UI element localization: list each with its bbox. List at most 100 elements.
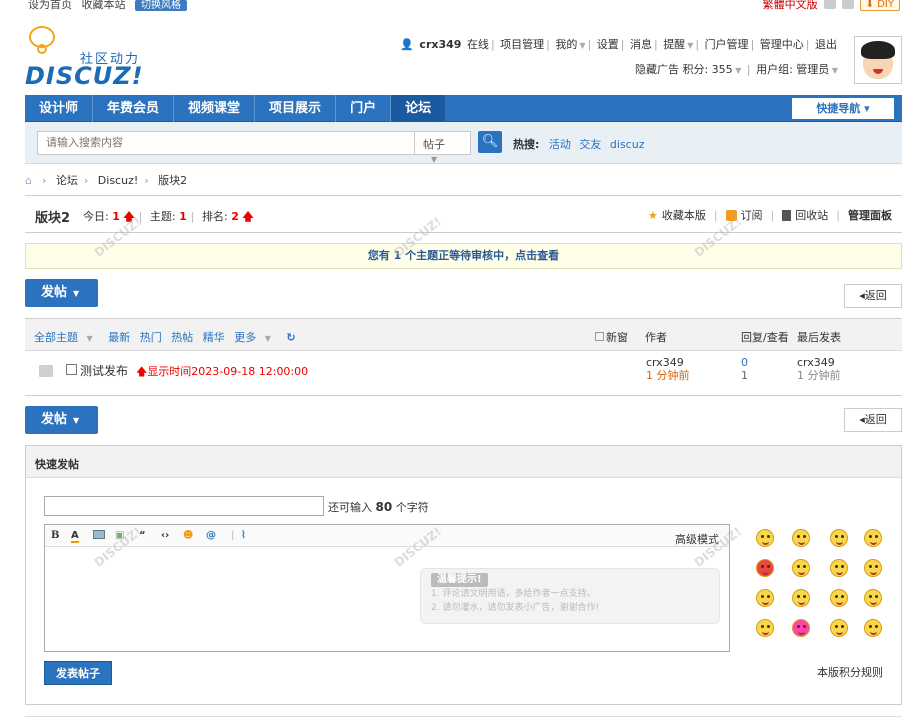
font-color-icon[interactable]: A (71, 530, 79, 543)
breadcrumb-forum[interactable]: 论坛 (56, 174, 78, 187)
nav-item-video-class[interactable]: 视频课堂 (174, 95, 256, 122)
nav-item-project-showcase[interactable]: 项目展示 (255, 95, 337, 122)
tab-more[interactable]: 更多 ▼ (234, 331, 277, 344)
paperclip-icon[interactable]: ⌇ (241, 530, 246, 541)
submit-post-button[interactable]: 发表帖子 (44, 661, 112, 685)
hot-search-activity[interactable]: 活动 (549, 138, 571, 151)
bold-icon[interactable]: B (51, 530, 59, 541)
hide-ads-link[interactable]: 隐藏广告 (635, 63, 679, 76)
quick-nav-button[interactable]: 快捷导航 ▾ (792, 98, 894, 119)
traditional-chinese-link[interactable]: 繁體中文版 (763, 0, 818, 12)
last-post-time[interactable]: 1 分钟前 (797, 369, 841, 382)
hot-search-friends[interactable]: 交友 (579, 138, 601, 151)
tab-hot-threads[interactable]: 热帖 (171, 331, 193, 344)
home-icon[interactable]: ⌂ (25, 174, 32, 187)
thread-author-link[interactable]: crx349 (646, 356, 690, 369)
manage-panel-link[interactable]: 管理面板 (848, 207, 892, 223)
breadcrumb-board2[interactable]: 版块2 (158, 174, 187, 187)
thread-subject-link[interactable]: 测试发布 (80, 362, 128, 379)
hot-search-discuz[interactable]: discuz (610, 138, 645, 151)
smiley-icon[interactable]: ☻ (183, 530, 193, 541)
last-post-user-link[interactable]: crx349 (797, 356, 841, 369)
thread-filter-tabs: 全部主题 ▼ 最新 热门 热帖 精华 更多 ▼ ↻ (34, 329, 302, 345)
nav-item-portal[interactable]: 门户 (336, 95, 392, 122)
site-logo[interactable]: 社区动力 DISCUZ! (25, 26, 155, 90)
diy-button[interactable]: ⬇ DIY (859, 0, 900, 11)
user-link-project[interactable]: 项目管理 (500, 38, 544, 51)
smiley-icon[interactable] (756, 529, 774, 547)
user-link-notify[interactable]: 提醒 (663, 38, 685, 51)
new-window-toggle[interactable]: 新窗 (595, 329, 628, 345)
nav-item-annual-member[interactable]: 年费会员 (93, 95, 175, 122)
nav-item-designer[interactable]: 设计师 (25, 95, 94, 122)
search-input[interactable] (37, 131, 415, 155)
smiley-icon[interactable] (792, 529, 810, 547)
back-button-bottom[interactable]: ◂返回 (844, 408, 902, 432)
smiley-icon[interactable] (830, 559, 848, 577)
smiley-icon[interactable] (792, 589, 810, 607)
username-link[interactable]: crx349 (419, 38, 461, 51)
share-icon[interactable] (841, 0, 854, 9)
smiley-icon[interactable] (864, 589, 882, 607)
smiley-icon[interactable] (756, 619, 774, 637)
back-button[interactable]: ◂返回 (844, 284, 902, 308)
user-link-logout[interactable]: 退出 (815, 38, 837, 51)
smiley-icon[interactable] (792, 559, 810, 577)
at-icon[interactable]: @ (206, 530, 216, 541)
new-post-button[interactable]: 发帖 ▼ (25, 279, 98, 307)
smiley-icon[interactable] (864, 619, 882, 637)
credits-link[interactable]: 积分: 355 (682, 63, 732, 76)
tab-digest[interactable]: 精华 (203, 331, 225, 344)
nav-item-forum[interactable]: 论坛 (391, 95, 446, 122)
thread-replies[interactable]: 0 (741, 356, 748, 369)
forum-actions: ★ 收藏本版 | 订阅 | 回收站 | 管理面板 (647, 207, 892, 223)
breadcrumb-discuz[interactable]: Discuz! (98, 174, 138, 187)
folder-icon[interactable] (39, 365, 53, 377)
post-title-input[interactable] (44, 496, 324, 516)
online-status[interactable]: 在线 (467, 38, 489, 51)
credit-rules-link[interactable]: 本版积分规则 (817, 664, 883, 680)
user-link-settings[interactable]: 设置 (597, 38, 619, 51)
advanced-mode-link[interactable]: 高级模式 (675, 531, 719, 547)
tab-latest[interactable]: 最新 (108, 331, 130, 344)
attach-image-icon[interactable]: ▣ (115, 530, 124, 541)
user-group-link[interactable]: 用户组: 管理员 (756, 63, 829, 76)
user-link-admin-center[interactable]: 管理中心 (760, 38, 804, 51)
col-reply-view: 回复/查看 (741, 331, 789, 344)
new-window-label: 新窗 (606, 331, 628, 344)
post-editor[interactable]: B A ▣ “ ‹› ☻ @ | ⌇ 高级模式 温馨提示! 1. 评论请文明用语… (44, 524, 730, 652)
bookmark-link[interactable]: 收藏本站 (82, 0, 126, 11)
rss-icon (725, 209, 737, 221)
rss-icon[interactable] (823, 0, 836, 9)
subscribe-link[interactable]: 订阅 (741, 207, 763, 223)
pending-review-notice[interactable]: 您有 1 个主题正等待审核中，点击查看 (25, 243, 902, 269)
user-link-portal-admin[interactable]: 门户管理 (705, 38, 749, 51)
user-link-messages[interactable]: 消息 (630, 38, 652, 51)
search-type-select[interactable]: 帖子 ▼ (415, 131, 471, 164)
tab-all-topics[interactable]: 全部主题 ▼ (34, 331, 99, 344)
smiley-icon[interactable] (756, 589, 774, 607)
quote-icon[interactable]: “ (139, 530, 146, 541)
today-count: 1 (112, 210, 120, 223)
tab-hot[interactable]: 热门 (140, 331, 162, 344)
smiley-icon[interactable] (792, 619, 810, 637)
smiley-icon[interactable] (864, 559, 882, 577)
avatar[interactable] (854, 36, 902, 84)
caret-down-icon: ▼ (73, 416, 80, 425)
thread-checkbox[interactable] (66, 364, 77, 375)
recycle-bin-link[interactable]: 回收站 (795, 207, 828, 223)
smiley-icon[interactable] (830, 529, 848, 547)
new-post-button-bottom[interactable]: 发帖 ▼ (25, 406, 98, 434)
favorite-board-link[interactable]: 收藏本版 (662, 207, 706, 223)
smiley-icon[interactable] (864, 529, 882, 547)
user-link-mine[interactable]: 我的 (555, 38, 577, 51)
set-home-link[interactable]: 设为首页 (28, 0, 72, 11)
image-icon[interactable] (93, 530, 105, 539)
smiley-icon[interactable] (756, 559, 774, 577)
code-icon[interactable]: ‹› (161, 530, 169, 541)
switch-style-button[interactable]: 切换风格 (135, 0, 187, 11)
smiley-icon[interactable] (830, 619, 848, 637)
smiley-icon[interactable] (830, 589, 848, 607)
search-button[interactable]: 🔍︎ (478, 131, 502, 153)
refresh-icon[interactable]: ↻ (286, 331, 295, 344)
